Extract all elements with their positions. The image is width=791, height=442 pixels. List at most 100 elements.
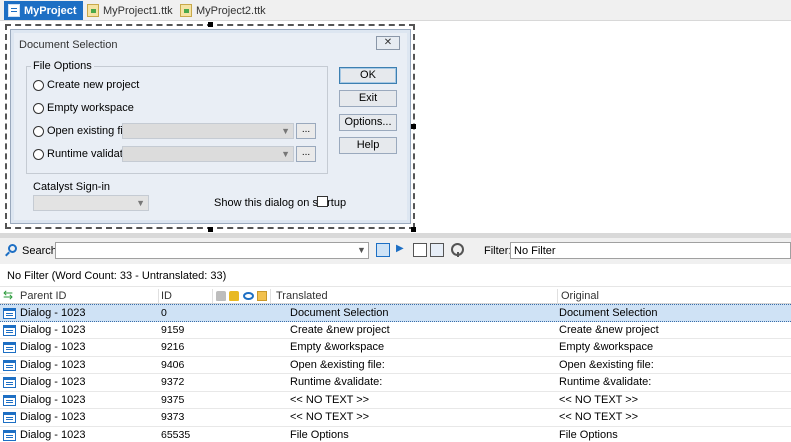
cell-parent-id: Dialog - 1023: [20, 376, 86, 388]
help-button[interactable]: Help: [339, 137, 397, 154]
cell-translated[interactable]: << NO TEXT >>: [290, 411, 369, 423]
find-options-icon[interactable]: [450, 243, 464, 257]
column-separator: [212, 289, 213, 303]
open-existing-file-combo[interactable]: ▼: [122, 123, 294, 139]
radio-label: Runtime validate:: [47, 148, 132, 160]
dialog-row-icon: [3, 342, 16, 353]
cell-translated[interactable]: << NO TEXT >>: [290, 394, 369, 406]
runtime-validate-combo[interactable]: ▼: [122, 146, 294, 162]
cell-id: 9216: [161, 341, 185, 353]
close-icon[interactable]: ✕: [376, 36, 400, 50]
cell-parent-id: Dialog - 1023: [20, 428, 86, 441]
folder-icon[interactable]: [257, 291, 267, 301]
table-row[interactable]: Dialog - 1023 9372 Runtime &validate: Ru…: [0, 374, 791, 392]
show-on-startup-checkbox[interactable]: [317, 196, 328, 207]
table-row[interactable]: Dialog - 1023 9406 Open &existing file: …: [0, 356, 791, 374]
cell-id: 0: [161, 307, 167, 319]
ok-button[interactable]: OK: [339, 67, 397, 84]
search-toolbar: Search: ▼ ▶ Filter:: [0, 238, 791, 264]
radio-empty-workspace[interactable]: Empty workspace: [33, 102, 134, 114]
column-original[interactable]: Original: [561, 290, 599, 302]
radio-button[interactable]: [33, 79, 44, 91]
column-separator: [270, 289, 271, 303]
radio-create-new-project[interactable]: Create new project: [33, 79, 139, 91]
chevron-down-icon: ▼: [281, 149, 290, 159]
cell-translated[interactable]: Create &new project: [290, 324, 390, 336]
search-icon: [8, 244, 17, 253]
browse-runtime-button[interactable]: ...: [296, 146, 316, 162]
cell-parent-id: Dialog - 1023: [20, 411, 86, 423]
cell-translated[interactable]: File Options: [290, 429, 349, 441]
table-row[interactable]: Dialog - 1023 0 Document Selection Docum…: [0, 304, 791, 322]
tab-myproject[interactable]: MyProject: [4, 1, 83, 20]
resize-handle-top[interactable]: [208, 22, 213, 27]
tab-label: MyProject: [24, 4, 77, 17]
tab-label: MyProject2.ttk: [196, 4, 266, 17]
column-parent-id[interactable]: Parent ID: [20, 290, 66, 302]
dialog-row-icon: [3, 394, 16, 406]
dialog-row-icon: [3, 324, 16, 336]
browse-open-file-button[interactable]: ...: [296, 123, 316, 139]
lock-icon[interactable]: [229, 291, 239, 301]
cell-id: 9159: [161, 323, 185, 336]
resize-handle-corner[interactable]: [411, 227, 416, 232]
cell-original: Create &new project: [559, 323, 659, 336]
column-separator: [158, 289, 159, 303]
screen-icon[interactable]: [430, 243, 444, 257]
cell-translated[interactable]: Empty &workspace: [290, 341, 384, 353]
catalyst-signin-label: Catalyst Sign-in: [33, 181, 111, 193]
table-row[interactable]: Dialog - 1023 9159 Create &new project C…: [0, 321, 791, 339]
cell-parent-id: Dialog - 1023: [20, 393, 86, 406]
cell-translated[interactable]: Document Selection: [290, 307, 388, 319]
radio-label: Empty workspace: [47, 102, 134, 114]
table-row[interactable]: Dialog - 1023 9373 << NO TEXT >> << NO T…: [0, 409, 791, 427]
dialog-row-icon: [3, 412, 16, 423]
cell-parent-id: Dialog - 1023: [20, 341, 86, 353]
filter-label: Filter:: [484, 245, 512, 257]
table-row[interactable]: Dialog - 1023 9375 << NO TEXT >> << NO T…: [0, 391, 791, 409]
column-translated[interactable]: Translated: [276, 290, 328, 302]
file-options-label: File Options: [31, 60, 94, 72]
grid-header: Parent ID ID Translated Original: [0, 286, 791, 304]
chevron-down-icon[interactable]: ▼: [357, 245, 366, 255]
chevron-down-icon: ▼: [281, 126, 290, 136]
radio-button[interactable]: [33, 102, 44, 114]
radio-button[interactable]: [33, 125, 44, 137]
resize-handle-bottom[interactable]: [208, 227, 213, 232]
window-icon[interactable]: [413, 243, 427, 257]
options-button[interactable]: Options...: [339, 114, 397, 131]
cell-original: << NO TEXT >>: [559, 393, 639, 406]
cell-original: << NO TEXT >>: [559, 411, 639, 423]
table-row[interactable]: Dialog - 1023 65535 File Options File Op…: [0, 426, 791, 442]
exit-button[interactable]: Exit: [339, 90, 397, 107]
cell-parent-id: Dialog - 1023: [20, 307, 86, 319]
radio-open-existing-file[interactable]: Open existing file:: [33, 125, 134, 137]
play-icon[interactable]: ▶: [396, 243, 410, 257]
dialog-row-icon: [3, 359, 16, 371]
refresh-icon[interactable]: [3, 288, 15, 302]
cell-translated[interactable]: Runtime &validate:: [290, 376, 382, 388]
radio-runtime-validate[interactable]: Runtime validate:: [33, 148, 132, 160]
table-row[interactable]: Dialog - 1023 9216 Empty &workspace Empt…: [0, 339, 791, 357]
search-input[interactable]: [55, 242, 369, 259]
tab-label: MyProject1.ttk: [103, 4, 173, 17]
cell-translated[interactable]: Open &existing file:: [290, 359, 385, 371]
column-id[interactable]: ID: [161, 290, 172, 302]
cell-original: Document Selection: [559, 307, 658, 319]
document-tabstrip: MyProject MyProject1.ttk MyProject2.ttk: [0, 0, 791, 21]
tab-myproject1[interactable]: MyProject1.ttk: [83, 1, 179, 20]
lock-icon[interactable]: [216, 291, 226, 301]
filter-input[interactable]: [510, 242, 791, 259]
radio-button[interactable]: [33, 148, 44, 160]
dialog-title: Document Selection: [19, 39, 118, 51]
resize-handle-right[interactable]: [411, 124, 416, 129]
word-count-status: No Filter (Word Count: 33 - Untranslated…: [7, 270, 227, 282]
catalyst-signin-combo[interactable]: ▼: [33, 195, 149, 211]
cell-id: 9406: [161, 358, 185, 371]
dialog-row-icon: [3, 429, 16, 441]
eye-icon[interactable]: [243, 292, 254, 300]
file-icon: [87, 4, 99, 17]
search-in-window-icon[interactable]: [376, 243, 390, 257]
dialog-row-icon: [3, 308, 16, 319]
tab-myproject2[interactable]: MyProject2.ttk: [176, 1, 272, 20]
